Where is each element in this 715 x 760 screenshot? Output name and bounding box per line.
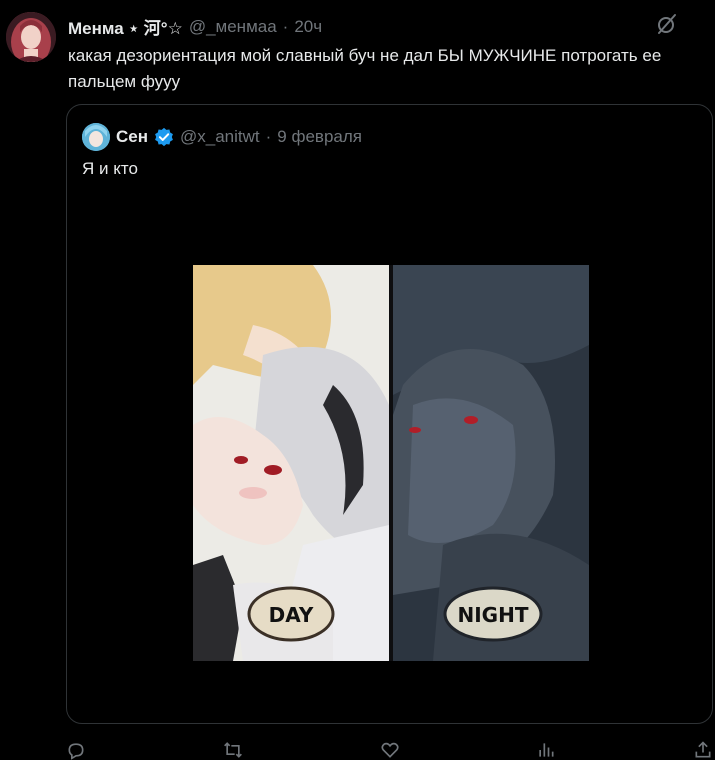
quote-author-name[interactable]: Сен (116, 127, 148, 147)
reply-icon[interactable] (66, 740, 86, 760)
quote-author-handle[interactable]: @x_anitwt (180, 127, 260, 147)
tweet-actions-bar (66, 740, 713, 760)
quote-media-image[interactable]: DAY NIGHT (193, 265, 589, 661)
tweet-text: какая дезориентация мой славный буч не д… (68, 46, 662, 91)
share-icon[interactable] (693, 740, 713, 760)
header-separator: · (282, 16, 289, 36)
verified-badge-icon (154, 127, 174, 147)
media-day-label: DAY (269, 603, 314, 627)
grok-icon (655, 12, 679, 36)
media-night-label: NIGHT (458, 603, 529, 627)
tweet-time[interactable]: 20ч (294, 17, 322, 37)
quote-separator: · (265, 127, 272, 146)
retweet-icon[interactable] (223, 740, 243, 760)
author-name[interactable]: Менма ⋆ 河°☆ (68, 14, 183, 39)
grok-button[interactable] (655, 12, 679, 36)
quote-header: Сен @x_anitwt · 9 февраля (82, 123, 362, 151)
author-avatar[interactable] (6, 12, 56, 62)
tweet-header: Менма ⋆ 河°☆ @_менмаа · 20ч (68, 14, 322, 39)
quote-author-avatar[interactable] (82, 123, 110, 151)
quoted-tweet[interactable]: Сен @x_anitwt · 9 февраля Я и кто DAY NI… (66, 104, 713, 724)
like-icon[interactable] (380, 740, 400, 760)
quote-date[interactable]: 9 февраля (277, 127, 362, 147)
views-icon[interactable] (536, 740, 556, 760)
quote-text: Я и кто (82, 159, 138, 178)
author-handle[interactable]: @_менмаа (189, 17, 277, 37)
